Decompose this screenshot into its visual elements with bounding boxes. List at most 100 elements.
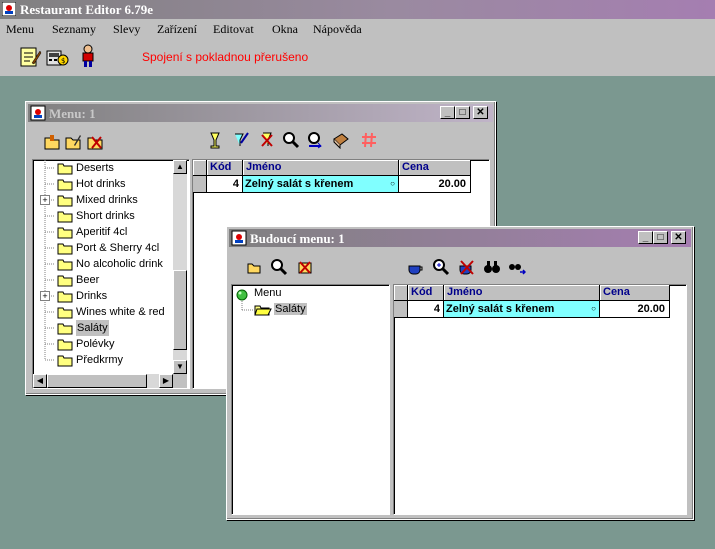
cell-jmeno-text: Zelný salát s křenem bbox=[446, 303, 555, 315]
col-header-jmeno[interactable]: Jméno bbox=[243, 160, 399, 176]
maximize-button[interactable]: □ bbox=[653, 231, 668, 244]
scroll-thumb[interactable] bbox=[173, 270, 187, 350]
folder-icon bbox=[57, 179, 73, 191]
tree-item[interactable]: No alcoholic drink bbox=[33, 256, 171, 272]
tree-horizontal-scrollbar[interactable]: ◀ ▶ bbox=[33, 374, 173, 388]
col-header-cena[interactable]: Cena bbox=[399, 160, 471, 176]
tree-item[interactable]: Aperitif 4cl bbox=[33, 224, 171, 240]
cell-kod[interactable]: 4 bbox=[207, 176, 243, 193]
binoculars-icon[interactable] bbox=[483, 258, 501, 276]
cell-jmeno[interactable]: Zelný salát s křenem ○ bbox=[444, 301, 600, 318]
tree-item[interactable]: Předkrmy bbox=[33, 352, 171, 368]
cell-cena[interactable]: 20.00 bbox=[399, 176, 471, 193]
user-icon[interactable] bbox=[76, 44, 100, 68]
folder-edit-icon[interactable] bbox=[64, 133, 82, 151]
grid-corner bbox=[193, 160, 207, 176]
menu-bar: Menu Seznamy Slevy Zařízení Editovat Okn… bbox=[0, 19, 715, 39]
scroll-down-button[interactable]: ▼ bbox=[173, 360, 187, 374]
tree-item-label: Mixed drinks bbox=[76, 194, 138, 206]
future-window-titlebar[interactable]: Budoucí menu: 1 _ □ ✕ bbox=[229, 229, 691, 247]
scroll-left-button[interactable]: ◀ bbox=[33, 374, 47, 388]
folder-open-icon[interactable] bbox=[43, 133, 61, 151]
cash-register-icon[interactable]: $ bbox=[45, 45, 69, 69]
tree-item[interactable]: Short drinks bbox=[33, 208, 171, 224]
main-toolbar: $ Spojení s pokladnou přerušeno bbox=[0, 39, 715, 76]
menu-seznamy[interactable]: Seznamy bbox=[52, 22, 96, 37]
tree-vertical-scrollbar[interactable]: ▲ ▼ bbox=[173, 160, 187, 374]
notepad-icon[interactable] bbox=[18, 45, 42, 69]
col-header-cena[interactable]: Cena bbox=[600, 285, 670, 301]
tree-root-label[interactable]: Menu bbox=[254, 287, 282, 299]
glass-edit-icon[interactable] bbox=[232, 131, 250, 149]
future-window-title: Budoucí menu: 1 bbox=[250, 231, 345, 246]
menu-menu[interactable]: Menu bbox=[6, 22, 34, 37]
connection-status: Spojení s pokladnou přerušeno bbox=[142, 50, 309, 64]
tree-item-label: Polévky bbox=[76, 338, 115, 350]
cell-cena[interactable]: 20.00 bbox=[600, 301, 670, 318]
scroll-corner bbox=[173, 374, 187, 388]
folder-icon bbox=[57, 259, 73, 271]
folder-icon bbox=[57, 355, 73, 367]
cup-delete-icon[interactable] bbox=[458, 258, 476, 276]
col-header-kod[interactable]: Kód bbox=[408, 285, 444, 301]
close-button[interactable]: ✕ bbox=[473, 106, 488, 119]
scroll-right-button[interactable]: ▶ bbox=[159, 374, 173, 388]
window-icon bbox=[30, 105, 46, 121]
minimize-button[interactable]: _ bbox=[440, 106, 455, 119]
minimize-button[interactable]: _ bbox=[638, 231, 653, 244]
menu-editovat[interactable]: Editovat bbox=[213, 22, 254, 37]
folder-icon bbox=[57, 163, 73, 175]
tree-item[interactable]: Hot drinks bbox=[33, 176, 171, 192]
menu-root-icon bbox=[236, 289, 248, 301]
zoom-in-icon[interactable] bbox=[432, 258, 450, 276]
hash-icon[interactable] bbox=[360, 131, 378, 149]
app-title-bar: Restaurant Editor 6.79e bbox=[0, 0, 715, 19]
tree-item[interactable]: Port & Sherry 4cl bbox=[33, 240, 171, 256]
tree-item[interactable]: Wines white & red bbox=[33, 304, 171, 320]
tree-item[interactable]: Polévky bbox=[33, 336, 171, 352]
expand-icon[interactable]: + bbox=[40, 195, 50, 205]
folder-icon bbox=[57, 243, 73, 255]
tree-item-label: Předkrmy bbox=[76, 354, 124, 366]
folder-icon bbox=[57, 275, 73, 287]
hscroll-thumb[interactable] bbox=[47, 374, 147, 388]
menu-window-title: Menu: 1 bbox=[49, 106, 96, 121]
tree-item[interactable]: Beer bbox=[33, 272, 171, 288]
row-indicator[interactable] bbox=[193, 176, 207, 193]
menu-window-titlebar[interactable]: Menu: 1 _ □ ✕ bbox=[28, 104, 493, 122]
menu-napoveda[interactable]: Nápověda bbox=[313, 22, 362, 37]
glass-icon[interactable] bbox=[206, 131, 224, 149]
tree-item-label: Short drinks bbox=[76, 210, 135, 222]
close-button[interactable]: ✕ bbox=[671, 231, 686, 244]
tree-item[interactable]: + Mixed drinks bbox=[33, 192, 171, 208]
tree-item[interactable]: + Drinks bbox=[33, 288, 171, 304]
expand-icon[interactable]: + bbox=[40, 291, 50, 301]
folder-remove-icon[interactable] bbox=[296, 258, 314, 276]
glass-delete-icon[interactable] bbox=[258, 131, 276, 149]
zoom-icon[interactable] bbox=[270, 258, 288, 276]
scroll-up-button[interactable]: ▲ bbox=[173, 160, 187, 174]
menu-slevy[interactable]: Slevy bbox=[113, 22, 140, 37]
tree-item[interactable]: Deserts bbox=[33, 160, 171, 176]
cup-icon[interactable] bbox=[407, 258, 425, 276]
tree-item[interactable]: Saláty bbox=[33, 320, 171, 336]
book-icon[interactable] bbox=[332, 131, 350, 149]
tree-child-label[interactable]: Saláty bbox=[274, 303, 307, 315]
folder-delete-icon[interactable] bbox=[86, 133, 104, 151]
folder-icon[interactable] bbox=[245, 258, 263, 276]
search-next-icon[interactable] bbox=[306, 131, 324, 149]
find-next-icon[interactable] bbox=[508, 258, 526, 276]
menu-zarizeni[interactable]: Zařízení bbox=[157, 22, 197, 37]
row-indicator[interactable] bbox=[394, 301, 408, 318]
col-header-kod[interactable]: Kód bbox=[207, 160, 243, 176]
col-header-jmeno[interactable]: Jméno bbox=[444, 285, 600, 301]
cell-jmeno[interactable]: Zelný salát s křenem ○ bbox=[243, 176, 399, 193]
app-icon bbox=[2, 2, 16, 16]
menu-okna[interactable]: Okna bbox=[272, 22, 298, 37]
cell-kod[interactable]: 4 bbox=[408, 301, 444, 318]
tree-item-label: Saláty bbox=[76, 320, 109, 336]
tree-item-label: Deserts bbox=[76, 162, 114, 174]
tree-item-label: Wines white & red bbox=[76, 306, 165, 318]
search-icon[interactable] bbox=[282, 131, 300, 149]
maximize-button[interactable]: □ bbox=[455, 106, 470, 119]
